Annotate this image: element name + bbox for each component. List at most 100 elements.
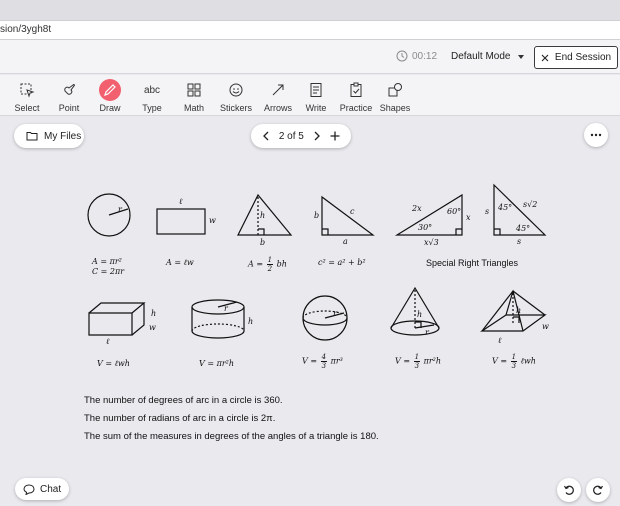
right-triangle-a-label: a <box>343 237 348 246</box>
cone-volume-formula: V = 13 πr²h <box>395 353 441 370</box>
tool-draw[interactable]: Draw <box>90 79 130 113</box>
formula-suffix: ℓwh <box>520 356 536 366</box>
tool-write[interactable]: Write <box>296 79 336 113</box>
clipboard-icon <box>345 79 367 101</box>
denominator: 2 <box>267 265 273 273</box>
timer-value: 00:12 <box>412 50 438 62</box>
chevron-down-icon <box>518 54 525 59</box>
session-bar: 00:12 Default Mode End Session <box>0 40 620 74</box>
hypotenuse-s-sqrt2-label: s√2 <box>523 200 538 209</box>
box-length-label: ℓ <box>106 337 110 346</box>
undo-icon <box>563 485 574 495</box>
rectangle-length-label: ℓ <box>179 197 183 206</box>
cone-radius-label: r <box>425 328 429 337</box>
pencil-icon <box>99 79 121 101</box>
tool-point[interactable]: Point <box>49 79 89 113</box>
box-volume-formula: V = ℓwh <box>97 359 130 368</box>
tool-label: Draw <box>99 103 121 113</box>
document-icon <box>305 79 327 101</box>
fraction: 43 <box>320 353 328 370</box>
tool-bar: Select Point Draw abc Type Math Stickers… <box>0 75 620 116</box>
redo-icon <box>593 485 604 495</box>
numerator: 1 <box>266 256 274 265</box>
leg-s-left-label: s <box>485 207 490 216</box>
end-session-label: End Session <box>554 52 612 63</box>
triangle-base-label: b <box>260 238 266 247</box>
tool-shapes[interactable]: Shapes <box>375 79 415 113</box>
statement-triangle-sum: The sum of the measures in degrees of th… <box>84 431 379 442</box>
numerator: 1 <box>413 353 421 362</box>
tool-label: Math <box>183 103 204 113</box>
formula-prefix: A = <box>248 259 264 269</box>
tool-label: Stickers <box>219 103 252 113</box>
formula-suffix: bh <box>276 259 287 269</box>
cone-figure <box>390 286 440 336</box>
smiley-icon <box>225 79 247 101</box>
sphere-volume-formula: V = 43 πr³ <box>302 353 343 370</box>
tool-type[interactable]: abc Type <box>132 79 172 114</box>
formula-prefix: V = <box>302 356 318 366</box>
select-icon <box>16 79 38 101</box>
circle-area-formula: A = πr² <box>92 257 122 266</box>
pyramid-volume-formula: V = 13 ℓwh <box>492 353 536 370</box>
pyramid-length-label: ℓ <box>498 336 502 345</box>
right-triangle-b-label: b <box>314 211 320 220</box>
tool-arrows[interactable]: Arrows <box>258 79 298 113</box>
right-triangle-figure <box>321 195 375 236</box>
fraction: 13 <box>510 353 518 370</box>
type-icon: abc <box>143 84 161 96</box>
angle-45-top-label: 45° <box>498 203 513 212</box>
box-figure <box>88 302 146 336</box>
chat-icon <box>23 483 35 495</box>
sphere-figure <box>302 295 348 341</box>
leg-x-sqrt3-label: x√3 <box>424 238 439 247</box>
triangle-area-formula: A = 12 bh <box>248 256 287 273</box>
mode-label: Default Mode <box>451 51 511 62</box>
shapes-icon <box>384 79 406 101</box>
leg-s-bottom-label: s <box>517 237 522 246</box>
pyramid-height-label: h <box>516 306 522 315</box>
right-triangle-c-label: c <box>350 207 355 216</box>
tool-label: Write <box>305 103 327 113</box>
tool-stickers[interactable]: Stickers <box>216 79 256 113</box>
cone-height-label: h <box>417 310 423 319</box>
end-session-button[interactable]: End Session <box>534 46 618 69</box>
tool-math[interactable]: Math <box>174 79 214 113</box>
address-bar[interactable]: sion/3ygh8t <box>0 20 620 40</box>
undo-button[interactable] <box>557 478 581 502</box>
circle-radius-label: r <box>118 205 122 214</box>
mode-dropdown[interactable]: Default Mode <box>451 51 525 62</box>
statement-degrees: The number of degrees of arc in a circle… <box>84 395 283 406</box>
fraction: 12 <box>266 256 274 273</box>
pythagorean-formula: c² = a² + b² <box>318 258 366 267</box>
circle-figure <box>87 193 131 237</box>
angle-45-bottom-label: 45° <box>516 224 531 233</box>
chat-button[interactable]: Chat <box>15 478 69 500</box>
math-icon <box>183 79 205 101</box>
whiteboard-canvas[interactable]: My Files 2 of 5 r ℓ w h b b c a 2x 60° x… <box>0 117 620 506</box>
formula-suffix: πr³ <box>330 356 343 366</box>
denominator: 3 <box>414 362 420 370</box>
fraction: 13 <box>413 353 421 370</box>
tool-select[interactable]: Select <box>7 79 47 113</box>
special-right-triangles-caption: Special Right Triangles <box>426 258 519 268</box>
formula-prefix: V = <box>492 356 508 366</box>
triangle-height-label: h <box>260 211 266 220</box>
numerator: 4 <box>320 353 328 362</box>
tool-label: Type <box>142 103 162 113</box>
rectangle-area-formula: A = ℓw <box>166 258 194 267</box>
rectangle-figure <box>156 208 206 235</box>
formula-prefix: V = <box>395 356 411 366</box>
formula-suffix: πr²h <box>423 356 442 366</box>
leg-x-label: x <box>466 213 471 222</box>
tool-label: Select <box>14 103 40 113</box>
redo-button[interactable] <box>586 478 610 502</box>
clock-icon <box>396 50 408 62</box>
box-height-label: h <box>151 309 157 318</box>
tool-practice[interactable]: Practice <box>336 79 376 113</box>
sphere-radius-label: r <box>333 309 337 318</box>
denominator: 3 <box>321 362 327 370</box>
statement-radians: The number of radians of arc in a circle… <box>84 413 276 424</box>
tool-label: Shapes <box>379 103 411 113</box>
chat-label: Chat <box>40 483 62 495</box>
